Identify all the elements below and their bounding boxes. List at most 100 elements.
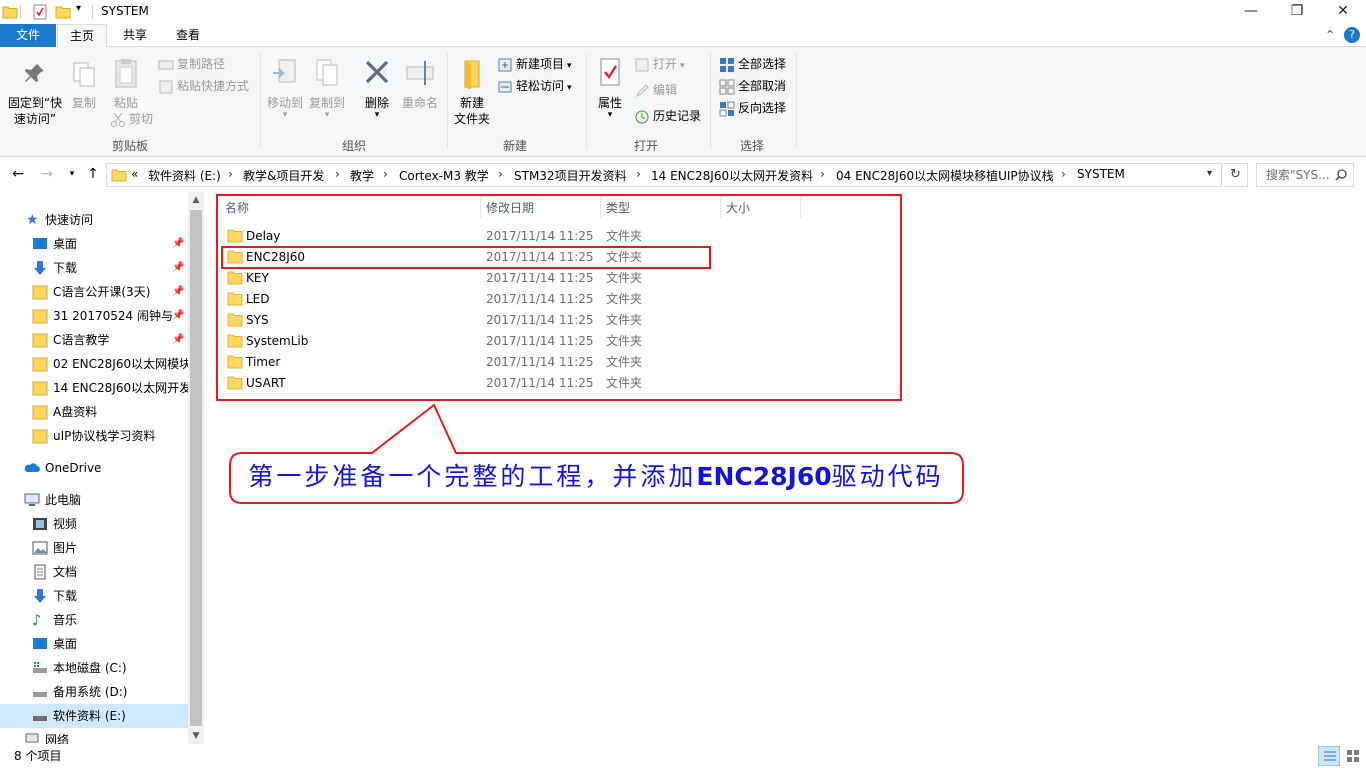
new-folder-label-2: 文件夹 <box>453 112 490 126</box>
address-dropdown-icon[interactable]: ▾ <box>1207 168 1212 179</box>
video-icon <box>33 518 47 530</box>
nav-item-downloads[interactable]: 下载 <box>0 584 188 608</box>
address-segment[interactable]: 软件资料 (E:) <box>148 167 221 184</box>
large-icons-view-icon[interactable] <box>1342 746 1364 766</box>
open-label: 打开 <box>653 57 678 71</box>
chevron-right-icon[interactable]: › <box>498 167 503 181</box>
select-all-button[interactable]: 全部选择 <box>719 55 786 75</box>
address-segment-current[interactable]: SYSTEM <box>1077 167 1125 181</box>
chevron-right-icon[interactable]: › <box>228 167 233 181</box>
edit-button[interactable]: 编辑 <box>634 81 677 101</box>
pin-quick-access-button[interactable]: 固定到“快 速访问” <box>6 61 64 127</box>
group-separator <box>586 53 587 149</box>
minimize-button[interactable]: — <box>1228 0 1274 24</box>
forward-arrow-icon[interactable]: → <box>37 165 57 183</box>
address-segment[interactable]: 04 ENC28J60以太网模块移植UIP协议栈 <box>836 167 1054 184</box>
address-overflow[interactable]: « <box>131 167 138 181</box>
nav-item-label: 31 20170524 闹钟与 <box>53 309 173 323</box>
chevron-right-icon[interactable]: › <box>383 167 388 181</box>
new-item-button[interactable]: 新建项目 ▾ <box>497 55 572 75</box>
paste-shortcut-button[interactable]: 粘贴快捷方式 <box>158 77 249 97</box>
nav-item-pictures[interactable]: 图片 <box>0 536 188 560</box>
select-none-button[interactable]: 全部取消 <box>719 77 786 97</box>
pin-icon: 📌 <box>172 238 185 249</box>
nav-item-label: A盘资料 <box>53 405 98 419</box>
nav-item-desktop[interactable]: 桌面 <box>0 632 188 656</box>
folder-icon <box>32 333 48 348</box>
nav-item-drive-e[interactable]: 软件资料 (E:) <box>0 704 188 728</box>
close-button[interactable]: ✕ <box>1320 0 1366 24</box>
tab-view[interactable]: 查看 <box>165 24 211 47</box>
chevron-right-icon[interactable]: › <box>820 167 825 181</box>
tab-share[interactable]: 共享 <box>112 24 158 47</box>
pin-icon: 📌 <box>172 334 185 345</box>
nav-item-folder[interactable]: C语言公开课(3天) 📌 <box>0 280 188 304</box>
nav-item-folder[interactable]: 02 ENC28J60以太网模块 <box>0 352 188 376</box>
properties-button[interactable]: 属性 ▾ <box>592 57 628 120</box>
group-separator <box>796 53 797 149</box>
invert-selection-button[interactable]: 反向选择 <box>719 99 786 119</box>
title-bar: ▾ SYSTEM — ❐ ✕ <box>0 0 1366 24</box>
nav-item-label: 音乐 <box>53 613 78 627</box>
new-item-label: 新建项目 <box>516 57 565 71</box>
address-segment[interactable]: Cortex-M3 教学 <box>399 167 489 184</box>
cut-button[interactable]: 剪切 <box>110 110 153 130</box>
nav-item-desktop[interactable]: 桌面 📌 <box>0 232 188 256</box>
address-segment[interactable]: 教学 <box>350 167 374 184</box>
recent-locations-icon[interactable]: ▾ <box>62 165 82 183</box>
back-arrow-icon[interactable]: ← <box>8 165 28 183</box>
nav-quick-access[interactable]: ★ 快速访问 <box>0 208 188 232</box>
restore-button[interactable]: ❐ <box>1274 0 1320 24</box>
move-to-button[interactable]: 移动到 ▾ <box>265 57 305 120</box>
nav-item-drive-d[interactable]: 备用系统 (D:) <box>0 680 188 704</box>
nav-item-documents[interactable]: 文档 <box>0 560 188 584</box>
open-button[interactable]: 打开 ▾ <box>634 55 685 75</box>
address-segment[interactable]: STM32项目开发资料 <box>514 167 627 184</box>
nav-item-videos[interactable]: 视频 <box>0 512 188 536</box>
history-button[interactable]: 历史记录 <box>634 107 701 127</box>
search-input[interactable]: 搜索"SYS... <box>1256 163 1354 187</box>
chevron-right-icon[interactable]: › <box>636 167 641 181</box>
scroll-up-icon[interactable]: ▲ <box>188 192 204 208</box>
address-bar[interactable]: « 软件资料 (E:) › 教学&项目开发 › 教学 › Cortex-M3 教… <box>106 163 1222 187</box>
nav-onedrive[interactable]: OneDrive <box>0 456 188 480</box>
help-button[interactable]: ? <box>1344 27 1360 43</box>
rename-button[interactable]: 重命名 <box>398 57 442 111</box>
refresh-icon[interactable]: ↻ <box>1224 163 1248 187</box>
scrollbar-thumb[interactable] <box>190 210 202 726</box>
nav-item-network[interactable]: 网络 <box>0 728 188 744</box>
folder-icon <box>32 309 48 324</box>
nav-item-downloads[interactable]: 下载 📌 <box>0 256 188 280</box>
new-folder-button[interactable]: 新建 文件夹 <box>452 57 492 127</box>
paste-button[interactable]: 粘贴 <box>108 57 144 111</box>
easy-access-button[interactable]: 轻松访问 ▾ <box>497 77 572 97</box>
annotation-text-2: ENC28J60 <box>696 462 832 491</box>
ribbon-collapse-button[interactable]: ⌃ <box>1321 24 1339 47</box>
nav-item-music[interactable]: ♪ 音乐 <box>0 608 188 632</box>
tab-file[interactable]: 文件 <box>0 24 56 47</box>
tab-home[interactable]: 主页 <box>57 24 107 48</box>
nav-this-pc[interactable]: 此电脑 <box>0 488 188 512</box>
new-folder-qa-icon[interactable] <box>55 4 71 20</box>
properties-qa-icon[interactable] <box>32 4 48 20</box>
nav-item-folder[interactable]: 31 20170524 闹钟与 📌 <box>0 304 188 328</box>
nav-item-folder[interactable]: A盘资料 <box>0 400 188 424</box>
delete-button[interactable]: 删除 ▾ <box>358 57 396 120</box>
nav-item-drive-c[interactable]: 本地磁盘 (C:) <box>0 656 188 680</box>
copy-button[interactable]: 复制 <box>66 61 102 111</box>
up-arrow-icon[interactable]: ↑ <box>83 165 103 183</box>
scroll-down-icon[interactable]: ▼ <box>188 728 204 744</box>
copy-path-button[interactable]: 复制路径 <box>158 55 225 75</box>
address-segment[interactable]: 教学&项目开发 <box>243 167 324 184</box>
nav-scrollbar[interactable]: ▲ ▼ <box>188 192 204 744</box>
copy-to-button[interactable]: 复制到 ▾ <box>307 57 347 120</box>
qa-customize-icon[interactable]: ▾ <box>76 3 81 19</box>
nav-item-folder[interactable]: uIP协议栈学习资料 <box>0 424 188 448</box>
nav-item-folder[interactable]: C语言教学 📌 <box>0 328 188 352</box>
address-segment[interactable]: 14 ENC28J60以太网开发资料 <box>651 167 813 184</box>
nav-item-folder[interactable]: 14 ENC28J60以太网开发 <box>0 376 188 400</box>
folder-icon <box>32 357 48 372</box>
details-view-icon[interactable] <box>1318 746 1340 766</box>
chevron-right-icon[interactable]: › <box>335 167 340 181</box>
chevron-right-icon[interactable]: › <box>1061 167 1066 181</box>
